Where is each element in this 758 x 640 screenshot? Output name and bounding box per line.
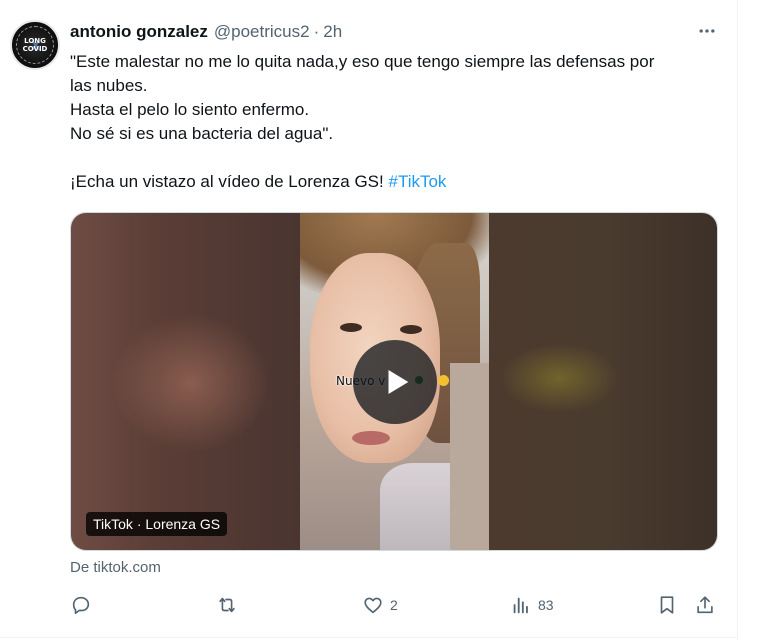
media-source-badge: TikTok · Lorenza GS bbox=[86, 512, 228, 536]
tweet-text-line: No sé si es una bacteria del agua". bbox=[70, 124, 334, 143]
face-emoji-icon bbox=[438, 375, 449, 386]
tweet-cta-line: ¡Echa un vistazo al vídeo de Lorenza GS!… bbox=[70, 170, 730, 194]
tweet-timestamp[interactable]: 2h bbox=[323, 22, 342, 42]
bookmark-button[interactable] bbox=[656, 590, 678, 620]
thumbnail-blanket bbox=[450, 363, 489, 550]
tweet-text-spacer bbox=[70, 146, 730, 170]
reply-button[interactable] bbox=[70, 590, 98, 620]
video-blur-left bbox=[71, 213, 300, 550]
hashtag-link[interactable]: #TikTok bbox=[388, 172, 446, 191]
thumbnail-eye bbox=[340, 323, 362, 332]
views-chart-icon bbox=[513, 597, 528, 614]
author-handle[interactable]: @poetricus2 bbox=[214, 22, 310, 42]
tweet-text: "Este malestar no me lo quita nada,y eso… bbox=[70, 50, 730, 194]
tweet-bottom-divider bbox=[0, 637, 738, 638]
heart-icon bbox=[364, 597, 382, 614]
repost-icon bbox=[219, 597, 235, 613]
play-button[interactable] bbox=[353, 340, 437, 424]
tweet-action-bar: 2 83 bbox=[0, 590, 738, 622]
tweet-cta-text: ¡Echa un vistazo al vídeo de Lorenza GS! bbox=[70, 172, 384, 191]
thumbnail-mouth bbox=[352, 431, 390, 445]
tweet-header: antonio gonzalez @poetricus2 · 2h bbox=[70, 22, 342, 44]
tweet-text-line: "Este malestar no me lo quita nada,y eso… bbox=[70, 52, 655, 71]
views-button[interactable]: 83 bbox=[510, 590, 554, 620]
like-button[interactable]: 2 bbox=[362, 590, 398, 620]
reply-icon bbox=[72, 596, 90, 615]
more-options-button[interactable] bbox=[694, 20, 720, 42]
more-dots-icon bbox=[699, 29, 715, 33]
video-blur-right bbox=[489, 213, 717, 550]
tweet-text-line: Hasta el pelo lo siento enfermo. bbox=[70, 100, 310, 119]
author-name[interactable]: antonio gonzalez bbox=[70, 22, 208, 42]
card-domain-link[interactable]: De tiktok.com bbox=[70, 559, 161, 576]
tweet-text-line: las nubes. bbox=[70, 76, 148, 95]
thumbnail-eye bbox=[400, 325, 422, 334]
video-card[interactable]: Nuevo v TikTok · Lorenza GS bbox=[70, 212, 718, 551]
play-icon bbox=[388, 369, 409, 395]
bookmark-icon bbox=[660, 596, 674, 614]
avatar[interactable]: X LONG COVID bbox=[10, 20, 60, 70]
avatar-text-line2: COVID bbox=[22, 45, 48, 53]
avatar-text-line1: LONG bbox=[24, 37, 46, 45]
share-icon bbox=[697, 596, 713, 614]
column-right-border bbox=[737, 0, 738, 640]
like-count: 2 bbox=[390, 597, 398, 613]
header-separator: · bbox=[313, 22, 320, 41]
views-count: 83 bbox=[538, 597, 554, 613]
share-button[interactable] bbox=[694, 590, 716, 620]
repost-button[interactable] bbox=[216, 590, 244, 620]
